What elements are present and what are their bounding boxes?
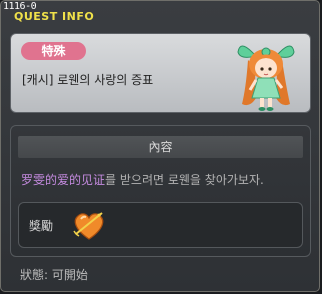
reward-label: 獎勵 (29, 219, 54, 233)
quest-name: [캐시] 로웬의 사랑의 증표 (22, 73, 154, 87)
npc-portrait (237, 45, 295, 111)
category-badge: 特殊 (21, 42, 86, 60)
quest-summary-panel: 特殊 [캐시] 로웬의 사랑의 증표 (10, 33, 311, 113)
status-label: 狀態: 可開始 (20, 268, 88, 282)
quest-info-window: 1116-0 QUEST INFO 特殊 [캐시] 로웬의 사랑의 증표 內容 … (0, 0, 320, 292)
quest-description-text: 를 받으려면 로웬을 찾아가보자. (105, 173, 264, 187)
section-header: 內容 (18, 136, 303, 158)
quest-detail-panel: 內容 罗雯的爱的见证를 받으려면 로웬을 찾아가보자. 獎勵 (10, 125, 311, 257)
heart-arrow-icon[interactable] (70, 206, 108, 244)
quest-description: 罗雯的爱的见证를 받으려면 로웬을 찾아가보자. (21, 171, 264, 188)
title-bar[interactable]: 1116-0 QUEST INFO (1, 1, 319, 23)
quest-item-highlight: 罗雯的爱的见证 (21, 173, 106, 187)
window-title: QUEST INFO (14, 10, 95, 23)
reward-box: 獎勵 (18, 202, 303, 248)
